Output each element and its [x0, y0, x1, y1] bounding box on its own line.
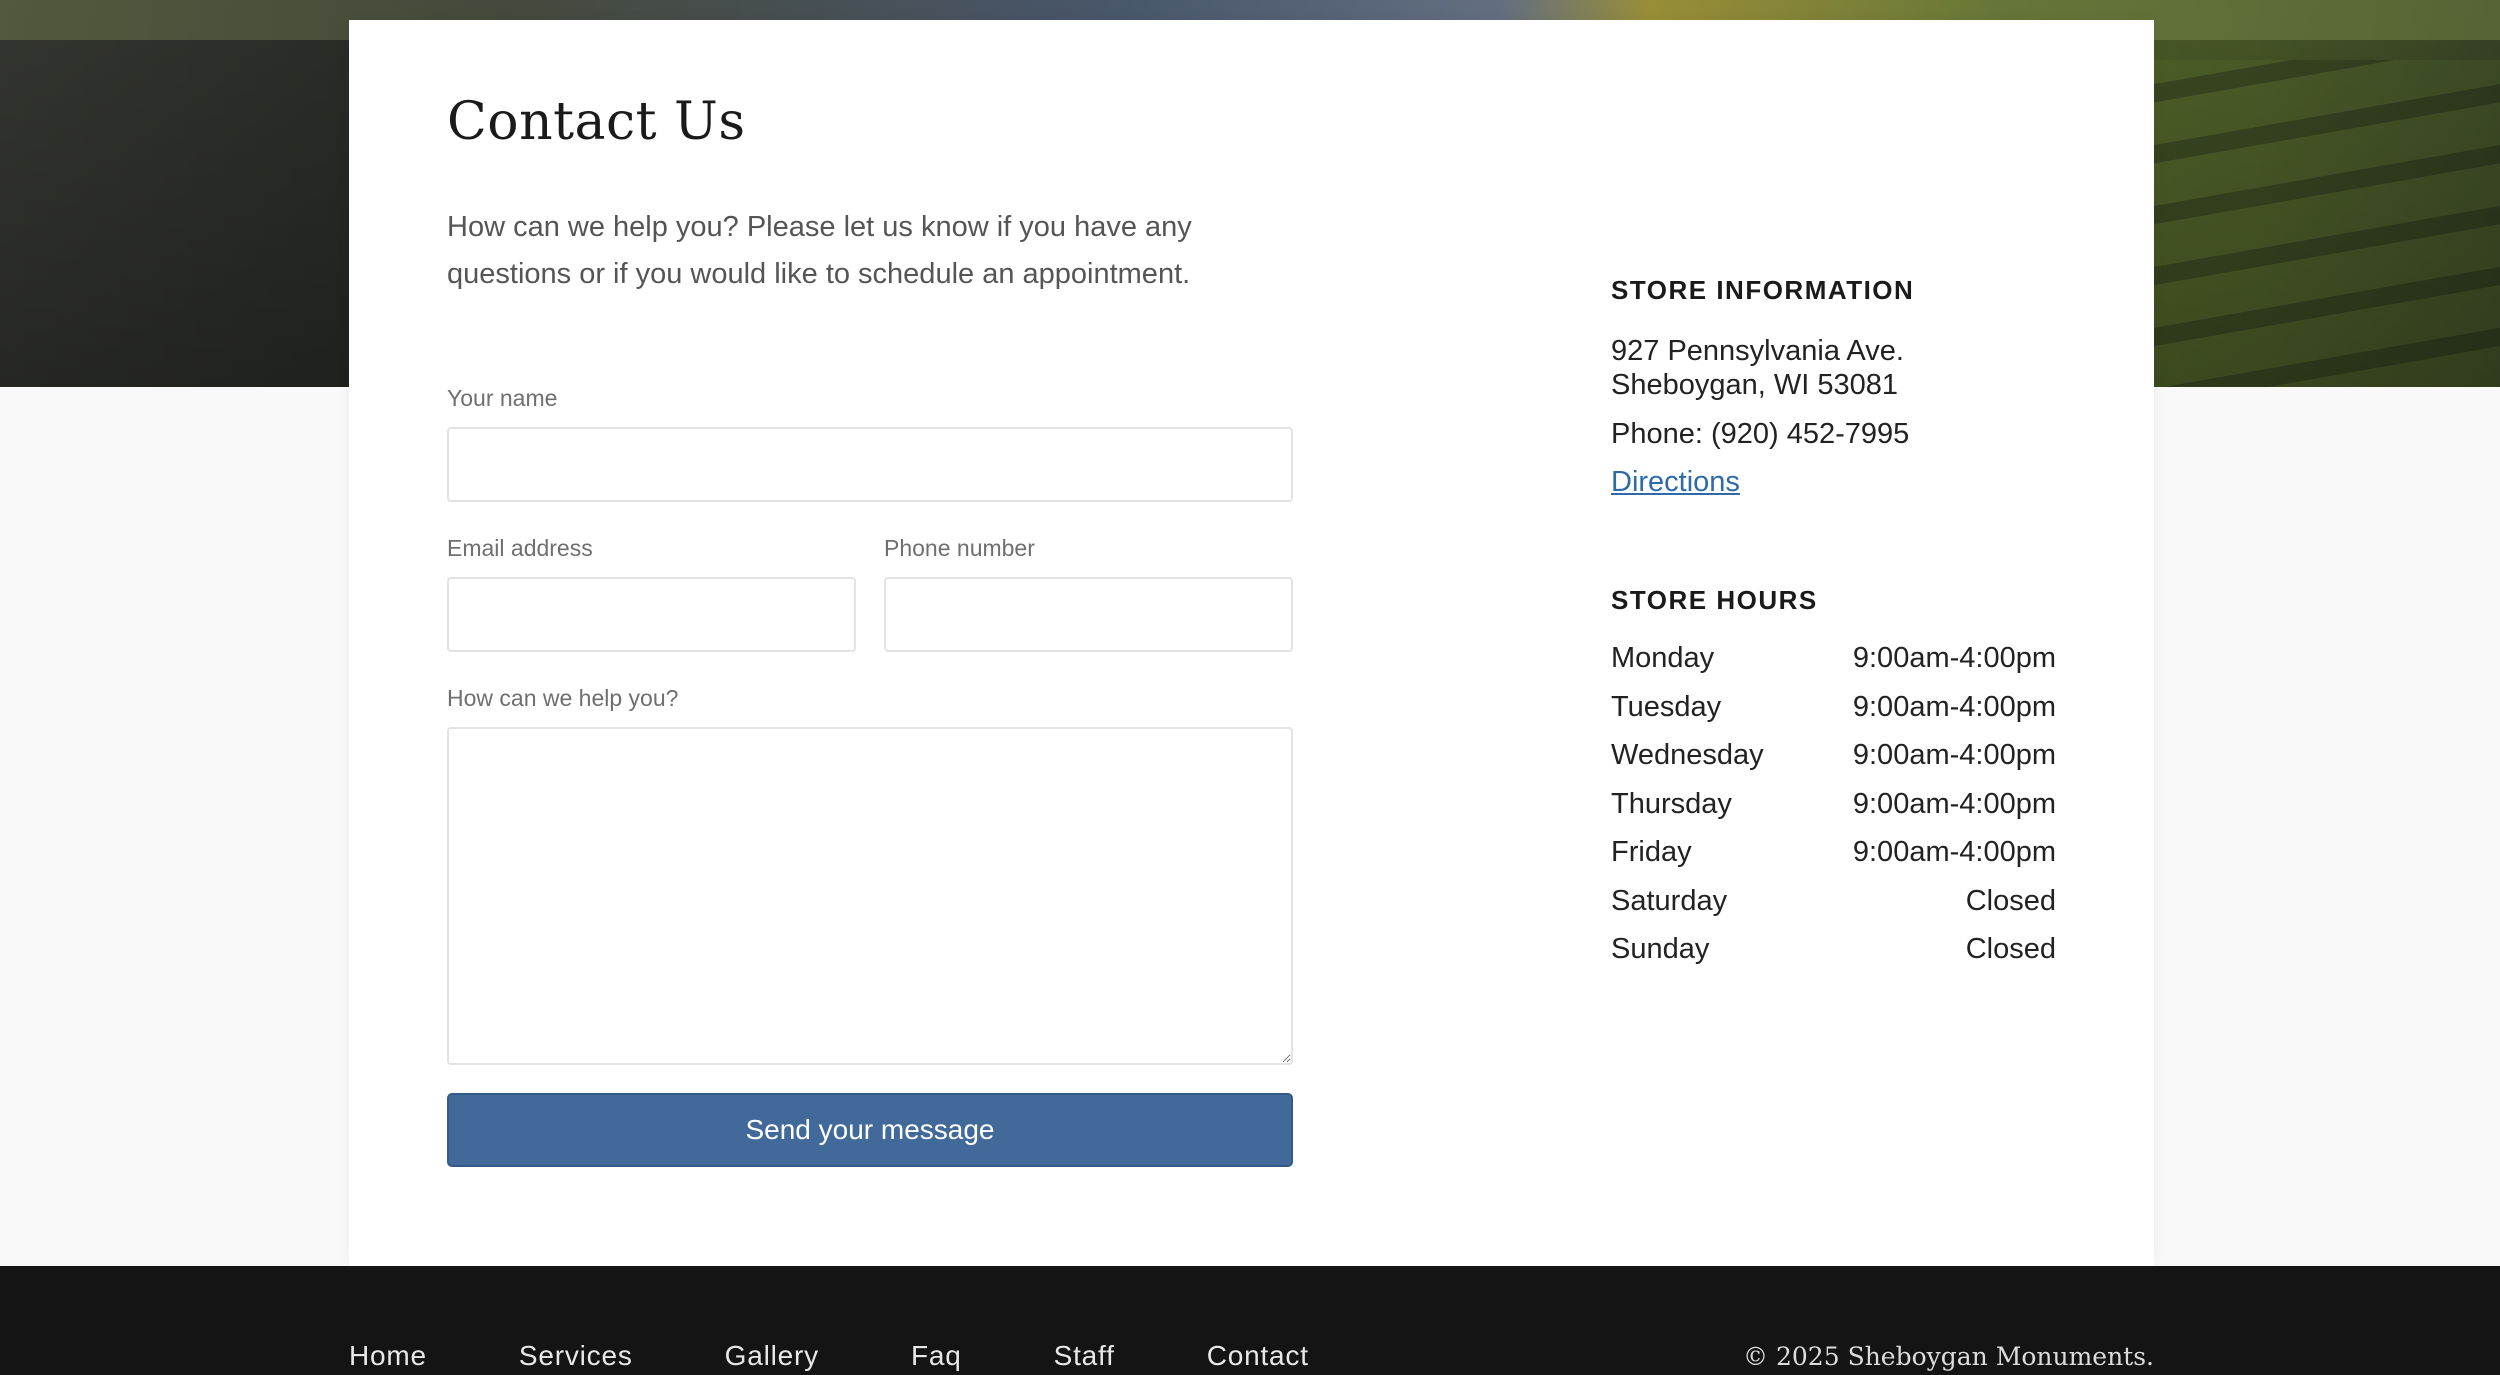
- store-hours-list: Monday 9:00am-4:00pm Tuesday 9:00am-4:00…: [1611, 642, 2056, 982]
- hours-day: Sunday: [1611, 933, 1710, 965]
- address-line-2: Sheboygan, WI 53081: [1611, 369, 1898, 401]
- store-hours-heading: STORE HOURS: [1611, 585, 1818, 615]
- hours-time: 9:00am-4:00pm: [1852, 642, 2056, 674]
- hours-row-wednesday: Wednesday 9:00am-4:00pm: [1611, 739, 2056, 788]
- address-line-1: 927 Pennsylvania Ave.: [1611, 335, 1904, 367]
- intro-text: How can we help you? Please let us know …: [447, 211, 1192, 290]
- directions-link[interactable]: Directions: [1611, 465, 1740, 499]
- hours-row-saturday: Saturday Closed: [1611, 885, 2056, 934]
- hours-row-thursday: Thursday 9:00am-4:00pm: [1611, 788, 2056, 837]
- hours-day: Tuesday: [1611, 690, 1722, 723]
- hours-time: 9:00am-4:00pm: [1852, 787, 2056, 820]
- name-label: Your name: [447, 385, 558, 411]
- footer-nav: Home Services Gallery Faq Staff Contact: [349, 1340, 1401, 1372]
- store-address: 927 Pennsylvania Ave. Sheboygan, WI 5308…: [1611, 334, 1904, 402]
- page-title: Contact Us: [447, 92, 746, 152]
- email-label: Email address: [447, 535, 593, 561]
- send-message-button[interactable]: Send your message: [447, 1093, 1293, 1167]
- hours-day: Wednesday: [1611, 739, 1764, 771]
- copyright-text: © 2025 Sheboygan Monuments.: [1743, 1342, 2154, 1371]
- phone-input[interactable]: [884, 577, 1293, 652]
- hours-time: 9:00am-4:00pm: [1852, 739, 2056, 771]
- footer-link-staff[interactable]: Staff: [1054, 1340, 1115, 1372]
- message-label: How can we help you?: [447, 685, 679, 711]
- phone-label: Phone number: [884, 535, 1035, 561]
- message-textarea[interactable]: [447, 727, 1293, 1065]
- hours-day: Friday: [1611, 836, 1692, 868]
- hours-row-tuesday: Tuesday 9:00am-4:00pm: [1611, 691, 2056, 740]
- hours-time: 9:00am-4:00pm: [1852, 690, 2056, 723]
- footer-link-faq[interactable]: Faq: [911, 1340, 962, 1372]
- site-footer: Home Services Gallery Faq Staff Contact …: [0, 1266, 2500, 1375]
- footer-link-services[interactable]: Services: [519, 1340, 633, 1372]
- hours-day: Thursday: [1611, 787, 1732, 820]
- footer-link-home[interactable]: Home: [349, 1340, 427, 1372]
- hours-day: Saturday: [1611, 884, 1728, 917]
- hours-row-sunday: Sunday Closed: [1611, 933, 2056, 982]
- name-input[interactable]: [447, 427, 1293, 502]
- email-input[interactable]: [447, 577, 856, 652]
- footer-link-contact[interactable]: Contact: [1207, 1340, 1309, 1372]
- hours-time: Closed: [1965, 884, 2056, 917]
- contact-card: Contact Us How can we help you? Please l…: [349, 20, 2154, 1266]
- store-information-heading: STORE INFORMATION: [1611, 275, 1915, 305]
- hours-row-monday: Monday 9:00am-4:00pm: [1611, 642, 2056, 691]
- footer-link-gallery[interactable]: Gallery: [725, 1340, 819, 1372]
- hours-row-friday: Friday 9:00am-4:00pm: [1611, 836, 2056, 885]
- store-phone: Phone: (920) 452-7995: [1611, 418, 1910, 450]
- hours-time: Closed: [1965, 933, 2056, 965]
- hours-day: Monday: [1611, 642, 1715, 674]
- hours-time: 9:00am-4:00pm: [1852, 836, 2056, 868]
